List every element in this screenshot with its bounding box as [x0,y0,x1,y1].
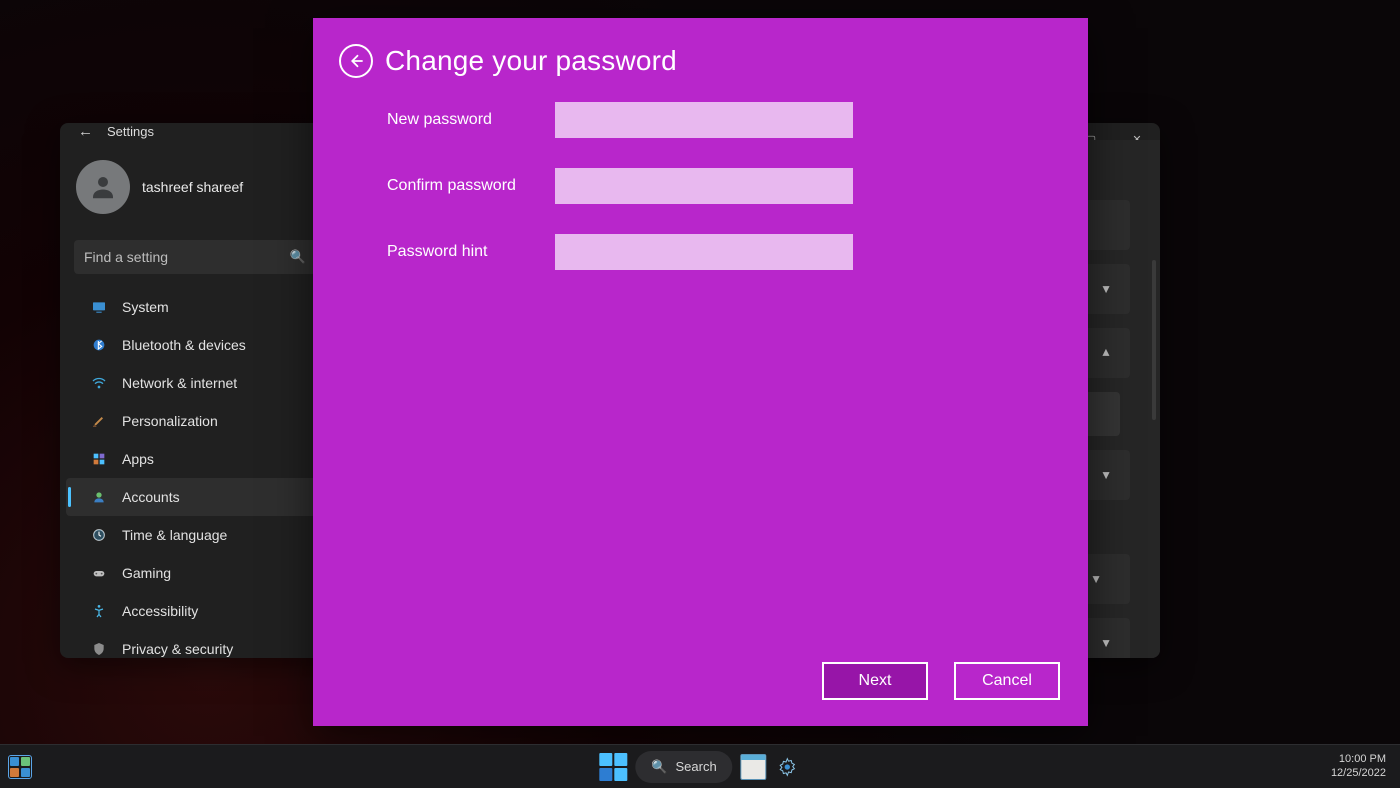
sidebar-item-accounts[interactable]: Accounts [66,478,324,516]
password-form: New password Confirm password Password h… [313,92,1088,300]
sidebar-item-time[interactable]: Time & language [66,516,324,554]
taskbar: 🔍 Search 10:00 PM 12/25/2022 [0,744,1400,788]
label-new-password: New password [387,111,555,129]
clock-icon [88,526,110,544]
nav-label-accessibility: Accessibility [122,603,198,619]
sidebar-item-gaming[interactable]: Gaming [66,554,324,592]
sidebar-item-bluetooth[interactable]: Bluetooth & devices [66,326,324,364]
accessibility-icon [88,602,110,620]
new-password-input[interactable] [555,102,853,138]
taskbar-date: 12/25/2022 [1331,767,1386,781]
label-password-hint: Password hint [387,243,555,261]
next-button-label: Next [859,672,892,690]
sidebar-item-privacy[interactable]: Privacy & security [66,630,324,658]
settings-app-icon[interactable] [775,754,801,780]
taskbar-left [0,755,32,779]
profile-name: tashreef shareef [142,179,243,195]
modal-footer: Next Cancel [313,662,1088,726]
change-password-modal: Change your password New password Confir… [313,18,1088,726]
avatar [76,160,130,214]
nav-label-personalization: Personalization [122,413,218,429]
cancel-button-label: Cancel [982,672,1032,690]
chevron-down-icon: ▼ [1100,636,1112,650]
search-icon: 🔍 [290,249,306,265]
system-icon [88,298,110,316]
chevron-down-icon: ▼ [1090,572,1102,586]
chevron-down-icon: ▼ [1100,282,1112,296]
nav-label-network: Network & internet [122,375,237,391]
nav-label-accounts: Accounts [122,489,180,505]
sidebar-item-apps[interactable]: Apps [66,440,324,478]
field-confirm-password: Confirm password [387,168,1048,204]
scrollbar[interactable] [1152,260,1156,420]
apps-icon [88,450,110,468]
arrow-left-icon [347,52,365,70]
settings-sidebar: tashreef shareef Find a setting 🔍 System… [60,140,330,658]
shield-icon [88,640,110,658]
nav-label-time: Time & language [122,527,227,543]
settings-nav: System Bluetooth & devices Network & int… [60,288,330,658]
start-button[interactable] [599,753,627,781]
gamepad-icon [88,564,110,582]
widgets-button[interactable] [8,755,32,779]
chevron-down-icon: ▼ [1100,468,1112,482]
search-icon: 🔍 [651,759,667,775]
taskbar-time: 10:00 PM [1331,753,1386,767]
cancel-button[interactable]: Cancel [954,662,1060,700]
taskbar-search-label: Search [675,759,716,774]
password-hint-input[interactable] [555,234,853,270]
settings-back-icon[interactable]: ← [78,123,93,140]
nav-label-system: System [122,299,169,315]
sidebar-item-system[interactable]: System [66,288,324,326]
file-explorer-icon[interactable] [741,754,767,780]
gear-icon [778,757,798,777]
settings-search[interactable]: Find a setting 🔍 [74,240,316,274]
nav-label-privacy: Privacy & security [122,641,233,657]
taskbar-clock[interactable]: 10:00 PM 12/25/2022 [1331,753,1400,781]
modal-header: Change your password [313,18,1088,92]
person-icon [88,172,118,202]
next-button[interactable]: Next [822,662,928,700]
chevron-up-icon: ▼ [1100,346,1112,360]
confirm-password-input[interactable] [555,168,853,204]
taskbar-center: 🔍 Search [599,751,800,783]
nav-label-bluetooth: Bluetooth & devices [122,337,246,353]
bluetooth-icon [88,336,110,354]
settings-search-placeholder: Find a setting [84,249,290,265]
settings-title: Settings [107,124,154,139]
sidebar-item-accessibility[interactable]: Accessibility [66,592,324,630]
modal-back-button[interactable] [339,44,373,78]
field-password-hint: Password hint [387,234,1048,270]
brush-icon [88,412,110,430]
taskbar-search[interactable]: 🔍 Search [635,751,732,783]
accounts-icon [88,488,110,506]
nav-label-apps: Apps [122,451,154,467]
sidebar-item-personalization[interactable]: Personalization [66,402,324,440]
label-confirm-password: Confirm password [387,177,555,195]
wifi-icon [88,374,110,392]
profile-block[interactable]: tashreef shareef [60,150,330,234]
sidebar-item-network[interactable]: Network & internet [66,364,324,402]
nav-label-gaming: Gaming [122,565,171,581]
modal-title: Change your password [385,45,677,77]
field-new-password: New password [387,102,1048,138]
